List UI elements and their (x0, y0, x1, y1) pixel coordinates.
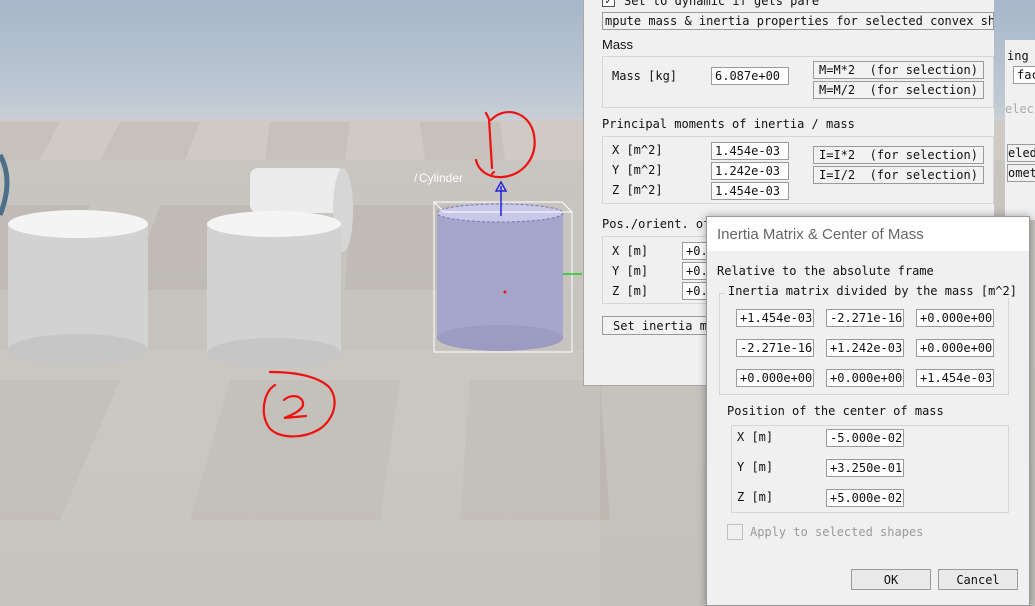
pos-x-label: X [m] (612, 244, 649, 258)
selected-object-label: Cylinder (419, 171, 464, 185)
matrix-cell[interactable]: +0.000e+00 (826, 369, 904, 387)
relative-frame-label: Relative to the absolute frame (717, 264, 934, 278)
inertia-z-field[interactable]: 1.454e-03 (711, 182, 789, 200)
dialog-title: Inertia Matrix & Center of Mass (707, 217, 1029, 251)
inertia-matrix-dialog: Inertia Matrix & Center of Mass Relative… (706, 216, 1030, 606)
matrix-cell[interactable]: +0.000e+00 (736, 369, 814, 387)
matrix-cell[interactable]: -2.271e-16 (736, 339, 814, 357)
dynamic-checkbox[interactable]: ✓ (602, 0, 615, 7)
inertia-x-label: X [m^2] (612, 143, 663, 157)
side-strip-item[interactable]: ing (1005, 46, 1035, 66)
inertia-double-button[interactable]: I=I*2 (for selection) (813, 146, 984, 164)
inertia-y-field[interactable]: 1.242e-03 (711, 162, 789, 180)
side-strip-item[interactable]: eled (1007, 144, 1035, 162)
side-panel-strip: ing fac elec eled omet (1005, 40, 1035, 220)
inertia-half-button[interactable]: I=I/2 (for selection) (813, 166, 984, 184)
com-z-label: Z [m] (737, 490, 774, 504)
com-z-field[interactable]: +5.000e-02 (826, 489, 904, 507)
matrix-cell[interactable]: +0.000e+00 (916, 339, 994, 357)
com-x-field[interactable]: -5.000e-02 (826, 429, 904, 447)
dynamic-checkbox-label: Set to dynamic if gets pare (624, 0, 820, 8)
mass-double-button[interactable]: M=M*2 (for selection) (813, 61, 984, 79)
side-strip-item: elec (1005, 102, 1034, 116)
inertia-y-label: Y [m^2] (612, 163, 663, 177)
matrix-cell[interactable]: -2.271e-16 (826, 309, 904, 327)
inertia-z-label: Z [m^2] (612, 183, 663, 197)
cylinder-left (8, 210, 148, 366)
apply-selected-label: Apply to selected shapes (750, 525, 924, 539)
side-strip-item[interactable]: omet (1007, 164, 1035, 182)
object-label-slash: / (414, 171, 418, 185)
cancel-button[interactable]: Cancel (938, 569, 1018, 590)
com-x-label: X [m] (737, 430, 774, 444)
mass-field[interactable]: 6.087e+00 (711, 67, 789, 85)
matrix-caption: Inertia matrix divided by the mass [m^2] (725, 284, 1020, 298)
apply-selected-checkbox[interactable] (727, 524, 743, 540)
inertia-section-title: Principal moments of inertia / mass (602, 117, 855, 131)
compute-mass-inertia-button[interactable]: mpute mass & inertia properties for sele… (602, 12, 994, 30)
matrix-cell[interactable]: +1.242e-03 (826, 339, 904, 357)
com-y-field[interactable]: +3.250e-01 (826, 459, 904, 477)
cylinder-two (207, 211, 341, 368)
cylinder-selected (433, 180, 582, 353)
inertia-x-field[interactable]: 1.454e-03 (711, 142, 789, 160)
mass-half-button[interactable]: M=M/2 (for selection) (813, 81, 984, 99)
mass-section-title: Mass (602, 37, 634, 52)
com-caption: Position of the center of mass (727, 404, 944, 418)
pos-z-label: Z [m] (612, 284, 649, 298)
matrix-cell[interactable]: +1.454e-03 (736, 309, 814, 327)
matrix-cell[interactable]: +0.000e+00 (916, 309, 994, 327)
pos-y-label: Y [m] (612, 264, 649, 278)
side-strip-item[interactable]: fac (1013, 66, 1035, 84)
posorient-section-title: Pos./orient. of (602, 217, 711, 231)
matrix-cell[interactable]: +1.454e-03 (916, 369, 994, 387)
com-y-label: Y [m] (737, 460, 774, 474)
ok-button[interactable]: OK (851, 569, 931, 590)
mass-label: Mass [kg] (612, 69, 678, 83)
